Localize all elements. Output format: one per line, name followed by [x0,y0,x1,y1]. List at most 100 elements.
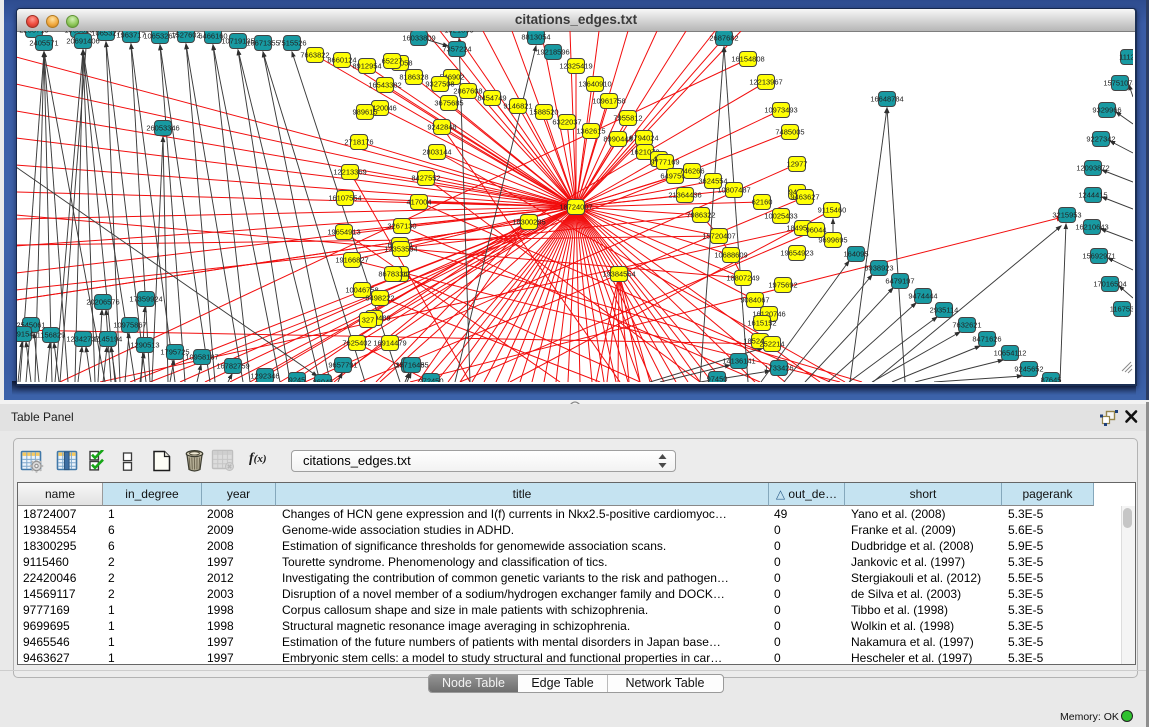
svg-text:1527602: 1527602 [171,31,200,40]
svg-text:8938923: 8938923 [864,264,893,273]
svg-text:11123: 11123 [1119,53,1133,62]
svg-text:12093872: 12093872 [1076,164,1109,173]
svg-text:1145194: 1145194 [94,335,123,344]
svg-text:1244415: 1244415 [1078,191,1107,200]
svg-text:19218596: 19218596 [536,48,569,57]
svg-text:9245: 9245 [289,376,306,383]
svg-text:3624554: 3624554 [698,177,727,186]
svg-text:14136141: 14136141 [722,357,755,366]
svg-text:1156829: 1156829 [37,331,66,340]
svg-text:10688609: 10688609 [714,251,747,260]
svg-text:16154808: 16154808 [731,55,764,64]
svg-text:2935114: 2935114 [930,306,959,315]
svg-text:19654923: 19654923 [780,249,813,258]
svg-text:39154: 39154 [17,330,33,339]
svg-text:65227: 65227 [382,57,403,66]
svg-text:8678334: 8678334 [378,270,407,279]
svg-text:20206576: 20206576 [86,298,119,307]
svg-text:8498222: 8498222 [365,294,394,303]
svg-text:7663822: 7663822 [300,51,329,60]
svg-text:8912954: 8912954 [352,62,381,71]
svg-text:19384554: 19384554 [602,270,635,279]
svg-text:2867608: 2867608 [453,87,482,96]
svg-text:9242848: 9242848 [427,123,456,132]
svg-text:164095: 164095 [843,250,868,259]
svg-text:2255713: 2255713 [19,31,48,35]
svg-text:62160: 62160 [752,198,773,207]
svg-text:13640910: 13640910 [578,80,611,89]
svg-text:12213967: 12213967 [749,78,782,87]
svg-text:7515526: 7515526 [277,39,306,48]
svg-text:97450: 97450 [707,375,728,383]
svg-text:1615152: 1615152 [747,319,776,328]
svg-text:9327508: 9327508 [425,80,454,89]
svg-text:26053346: 26053346 [146,124,179,133]
svg-text:9146821: 9146821 [503,102,532,111]
svg-text:17016504: 17016504 [1093,280,1126,289]
svg-text:2718176: 2718176 [344,138,373,147]
svg-text:1921856: 1921856 [444,31,473,35]
svg-text:2803144: 2803144 [422,148,451,157]
svg-text:10025433: 10025433 [764,212,797,221]
svg-text:9227342: 9227342 [1086,135,1115,144]
svg-text:7485005: 7485005 [775,128,804,137]
svg-text:10975867: 10975867 [113,321,146,330]
svg-text:16782759: 16782759 [216,362,249,371]
svg-text:19166827: 19166827 [335,256,368,265]
svg-text:18300295: 18300295 [512,218,545,227]
svg-text:16107554: 16107554 [328,194,361,203]
svg-text:10958187: 10958187 [185,353,218,362]
svg-text:3675685: 3675685 [434,99,463,108]
svg-text:327: 327 [362,316,375,325]
svg-text:2405571: 2405571 [29,39,58,48]
svg-text:252214: 252214 [759,340,784,349]
svg-text:7625402: 7625402 [342,339,371,348]
svg-text:16914479: 16914479 [373,339,406,348]
svg-text:3267130: 3267130 [387,222,416,231]
svg-text:96044: 96044 [806,226,827,235]
svg-text:1292346: 1292346 [250,372,279,381]
svg-text:16033809: 16033809 [402,34,435,43]
svg-text:3215953: 3215953 [1052,211,1081,220]
svg-text:17359924: 17359924 [129,295,162,304]
svg-text:12213369: 12213369 [333,168,366,177]
svg-text:1588520: 1588520 [529,108,558,117]
svg-text:7357224: 7357224 [442,45,471,54]
svg-text:86045: 86045 [313,378,334,383]
svg-text:1963717: 1963717 [116,31,145,40]
svg-text:10654112: 10654112 [994,349,1027,358]
svg-text:12353594: 12353594 [384,245,417,254]
svg-text:1975692: 1975692 [768,281,797,290]
svg-text:20691406: 20691406 [66,37,99,46]
svg-text:8813054: 8813054 [521,33,550,42]
svg-text:12325419: 12325419 [559,62,592,71]
svg-text:10973493: 10973493 [764,106,797,115]
svg-text:16210643: 16210643 [1075,223,1108,232]
svg-text:9084067: 9084067 [740,296,769,305]
svg-text:7955812: 7955812 [613,114,642,123]
svg-text:417004: 417004 [406,198,431,207]
svg-text:1290513: 1290513 [130,341,159,350]
svg-text:21364436: 21364436 [668,191,701,200]
svg-text:8186328: 8186328 [399,73,428,82]
svg-text:2687682: 2687682 [709,34,738,43]
svg-text:1733426: 1733426 [764,364,793,373]
svg-text:746266: 746266 [679,167,704,176]
svg-text:989615: 989615 [352,108,377,117]
svg-text:10807487: 10807487 [717,186,750,195]
svg-text:16671355: 16671355 [246,39,279,48]
svg-text:6322037: 6322037 [552,118,581,127]
svg-text:15720407: 15720407 [702,232,735,241]
svg-text:87645: 87645 [1041,376,1062,383]
svg-text:9657791: 9657791 [328,361,357,370]
svg-text:19654913: 19654913 [327,228,360,237]
svg-text:8471626: 8471626 [972,335,1001,344]
svg-text:9794024: 9794024 [629,134,658,143]
svg-text:12977: 12977 [787,160,808,169]
svg-text:15751074: 15751074 [1103,79,1133,88]
svg-text:9245652: 9245652 [1014,365,1043,374]
svg-text:8990448: 8990448 [603,135,632,144]
svg-text:9463627: 9463627 [790,193,819,202]
svg-text:9474444: 9474444 [908,292,937,301]
svg-text:15716485: 15716485 [395,361,428,370]
